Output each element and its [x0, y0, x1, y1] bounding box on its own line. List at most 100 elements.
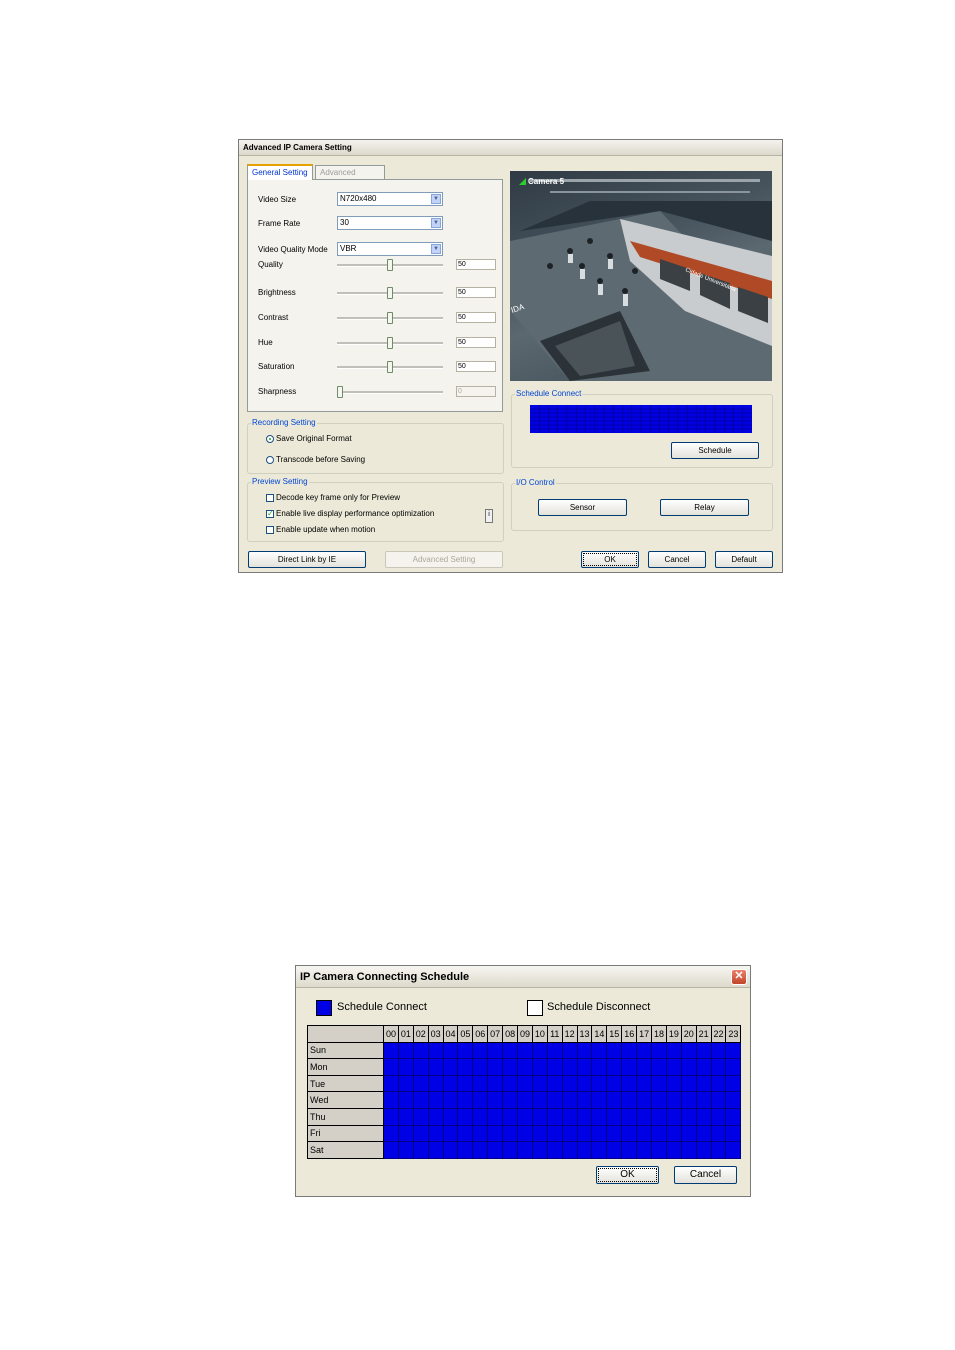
schedule-cell[interactable]: [710, 1091, 727, 1109]
schedule-cell[interactable]: [636, 1107, 653, 1126]
schedule-cell[interactable]: [457, 1041, 474, 1060]
schedule-cell[interactable]: [651, 1041, 667, 1060]
schedule-cell[interactable]: [531, 1091, 548, 1109]
slider-thumb[interactable]: [387, 337, 393, 349]
schedule-cell[interactable]: [457, 1074, 474, 1093]
schedule-cell[interactable]: [665, 1124, 682, 1143]
schedule-ok-button[interactable]: OK: [596, 1166, 659, 1184]
schedule-preview-grid[interactable]: [530, 405, 752, 433]
day-label[interactable]: Fri: [307, 1124, 384, 1143]
schedule-cell[interactable]: [651, 1107, 667, 1126]
schedule-cell[interactable]: [546, 1124, 563, 1143]
schedule-cell[interactable]: [695, 1091, 712, 1109]
schedule-cell[interactable]: [680, 1074, 697, 1093]
schedule-cell[interactable]: [591, 1091, 608, 1109]
schedule-cell[interactable]: [531, 1058, 548, 1076]
default-button[interactable]: Default: [715, 551, 773, 568]
hour-header[interactable]: 15: [606, 1025, 623, 1043]
sensor-button[interactable]: Sensor: [538, 499, 627, 516]
decode-keyframe-checkbox[interactable]: [266, 494, 274, 502]
schedule-cell[interactable]: [487, 1141, 504, 1159]
schedule-cell[interactable]: [531, 1074, 548, 1093]
schedule-cell[interactable]: [621, 1074, 638, 1093]
schedule-cell[interactable]: [397, 1091, 414, 1109]
schedule-cell[interactable]: [561, 1041, 578, 1060]
schedule-cell[interactable]: [397, 1141, 414, 1159]
schedule-cell[interactable]: [383, 1041, 399, 1060]
schedule-cell[interactable]: [606, 1107, 623, 1126]
slider-thumb[interactable]: [387, 259, 393, 271]
hour-header[interactable]: 08: [502, 1025, 519, 1043]
schedule-cell[interactable]: [710, 1107, 727, 1126]
day-label[interactable]: Sun: [307, 1041, 384, 1060]
schedule-cell[interactable]: [621, 1091, 638, 1109]
schedule-cell[interactable]: [710, 1041, 727, 1060]
chevron-down-icon[interactable]: ▼: [431, 218, 441, 228]
slider-value-box[interactable]: 0: [456, 386, 496, 397]
update-motion-checkbox[interactable]: [266, 526, 274, 534]
schedule-cell[interactable]: [591, 1074, 608, 1093]
slider-value-box[interactable]: 50: [456, 337, 496, 348]
schedule-cell[interactable]: [531, 1107, 548, 1126]
schedule-cell[interactable]: [561, 1141, 578, 1159]
schedule-cell[interactable]: [487, 1058, 504, 1076]
schedule-cell[interactable]: [665, 1141, 682, 1159]
schedule-cell[interactable]: [412, 1058, 429, 1076]
hour-header[interactable]: 09: [517, 1025, 533, 1043]
hour-header[interactable]: 18: [651, 1025, 667, 1043]
hour-header[interactable]: 00: [383, 1025, 399, 1043]
schedule-cell[interactable]: [412, 1074, 429, 1093]
schedule-cell[interactable]: [412, 1124, 429, 1143]
schedule-cell[interactable]: [665, 1091, 682, 1109]
slider-thumb[interactable]: [387, 287, 393, 299]
day-label[interactable]: Sat: [307, 1141, 384, 1159]
day-label[interactable]: Thu: [307, 1107, 384, 1126]
schedule-cell[interactable]: [561, 1091, 578, 1109]
save-original-radio[interactable]: [266, 435, 274, 443]
schedule-cell[interactable]: [546, 1058, 563, 1076]
slider-value-box[interactable]: 50: [456, 259, 496, 270]
schedule-cell[interactable]: [621, 1124, 638, 1143]
schedule-cell[interactable]: [442, 1058, 459, 1076]
schedule-cell[interactable]: [561, 1058, 578, 1076]
schedule-cell[interactable]: [621, 1141, 638, 1159]
slider-value-box[interactable]: 50: [456, 361, 496, 372]
schedule-cell[interactable]: [710, 1124, 727, 1143]
schedule-cell[interactable]: [472, 1124, 489, 1143]
cancel-button[interactable]: Cancel: [648, 551, 706, 568]
schedule-cell[interactable]: [591, 1041, 608, 1060]
schedule-cell[interactable]: [710, 1141, 727, 1159]
schedule-cell[interactable]: [651, 1141, 667, 1159]
schedule-cell[interactable]: [457, 1091, 474, 1109]
hour-header[interactable]: 05: [457, 1025, 474, 1043]
schedule-cell[interactable]: [725, 1124, 742, 1143]
schedule-cell[interactable]: [457, 1058, 474, 1076]
schedule-cell[interactable]: [546, 1041, 563, 1060]
schedule-cell[interactable]: [561, 1074, 578, 1093]
video-size-select[interactable]: N720x480 ▼: [337, 192, 443, 206]
schedule-cell[interactable]: [725, 1074, 742, 1093]
tab-general-setting[interactable]: General Setting: [247, 164, 313, 180]
schedule-cell[interactable]: [636, 1041, 653, 1060]
schedule-cell[interactable]: [442, 1107, 459, 1126]
schedule-cell[interactable]: [695, 1124, 712, 1143]
schedule-cell[interactable]: [546, 1107, 563, 1126]
schedule-cell[interactable]: [383, 1124, 399, 1143]
schedule-cell[interactable]: [725, 1058, 742, 1076]
schedule-cell[interactable]: [606, 1091, 623, 1109]
schedule-cell[interactable]: [517, 1041, 533, 1060]
schedule-cell[interactable]: [472, 1091, 489, 1109]
schedule-cell[interactable]: [502, 1041, 519, 1060]
schedule-cell[interactable]: [665, 1058, 682, 1076]
hour-header[interactable]: 16: [621, 1025, 638, 1043]
slider-thumb[interactable]: [387, 312, 393, 324]
schedule-cell[interactable]: [487, 1124, 504, 1143]
schedule-cell[interactable]: [680, 1107, 697, 1126]
schedule-cell[interactable]: [710, 1074, 727, 1093]
schedule-cell[interactable]: [636, 1091, 653, 1109]
schedule-cell[interactable]: [695, 1041, 712, 1060]
slider-value-box[interactable]: 50: [456, 312, 496, 323]
close-icon[interactable]: ✕: [731, 969, 747, 985]
schedule-cell[interactable]: [651, 1091, 667, 1109]
schedule-cell[interactable]: [651, 1058, 667, 1076]
